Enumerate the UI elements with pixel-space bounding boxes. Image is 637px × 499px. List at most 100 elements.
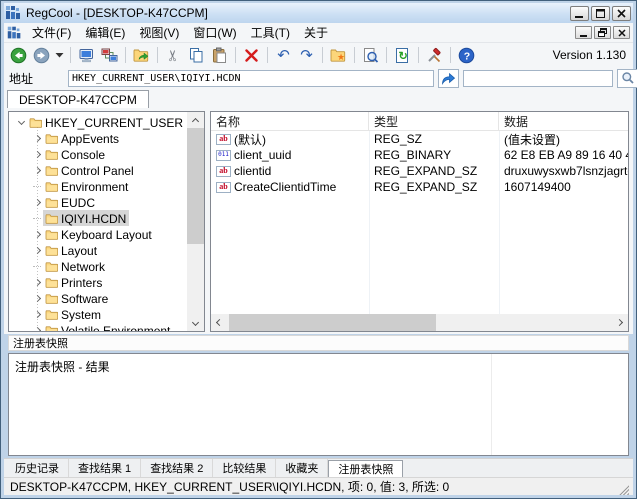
- tree-item-appevents[interactable]: AppEvents: [13, 130, 187, 146]
- go-arrow-icon: [441, 72, 456, 85]
- tree-expander[interactable]: [31, 322, 43, 331]
- help-button[interactable]: ?: [456, 45, 477, 66]
- scissors-icon: ✂: [166, 49, 181, 62]
- menu-edit[interactable]: 编辑(E): [78, 22, 132, 43]
- child-minimize-button[interactable]: [575, 26, 592, 39]
- tree-expander[interactable]: [31, 146, 43, 162]
- menu-view[interactable]: 视图(V): [132, 22, 186, 43]
- registry-tree-pane: HKEY_CURRENT_USERAppEventsConsoleControl…: [8, 111, 205, 332]
- quick-search-input[interactable]: [463, 70, 613, 87]
- tree-item-layout[interactable]: Layout: [13, 242, 187, 258]
- child-close-button[interactable]: [613, 26, 630, 39]
- tree-item-label: Volatile Environment: [61, 323, 170, 332]
- column-header-data[interactable]: 数据: [499, 112, 628, 130]
- tree-item-control-panel[interactable]: Control Panel: [13, 162, 187, 178]
- toolbar-separator: [386, 47, 387, 63]
- tree-expander[interactable]: [31, 274, 43, 290]
- scroll-track[interactable]: [228, 314, 611, 331]
- go-button[interactable]: [438, 69, 459, 88]
- bottom-tab-favorites[interactable]: 收藏夹: [276, 459, 328, 477]
- tree-item-software[interactable]: Software: [13, 290, 187, 306]
- snapshot-column-divider: [491, 354, 492, 455]
- tree-item-keyboard-layout[interactable]: Keyboard Layout: [13, 226, 187, 242]
- refresh-button[interactable]: ↻: [392, 45, 413, 66]
- scroll-right-button[interactable]: [611, 314, 628, 331]
- history-dropdown-button[interactable]: [54, 45, 65, 66]
- scroll-left-icon: [216, 319, 223, 326]
- scroll-down-button[interactable]: [187, 315, 204, 331]
- redo-button[interactable]: ↷: [296, 45, 317, 66]
- close-button[interactable]: [612, 6, 631, 21]
- undo-button[interactable]: ↶: [273, 45, 294, 66]
- value-data: (值未设置): [499, 131, 628, 148]
- connect-computer-button[interactable]: [76, 45, 97, 66]
- tree-item-iqiyi-hcdn[interactable]: IQIYI.HCDN: [13, 210, 187, 226]
- cut-button[interactable]: ✂: [163, 45, 184, 66]
- registry-value-row[interactable]: abCreateClientidTimeREG_EXPAND_SZ1607149…: [211, 179, 628, 195]
- mdi-system-menu-icon[interactable]: [8, 26, 22, 39]
- document-tab[interactable]: DESKTOP-K47CCPM: [7, 90, 149, 108]
- maximize-button[interactable]: [591, 6, 610, 21]
- folder-icon: [45, 197, 58, 208]
- menu-window[interactable]: 窗口(W): [186, 22, 243, 43]
- tree-item-printers[interactable]: Printers: [13, 274, 187, 290]
- tree-item-hkey-current-user[interactable]: HKEY_CURRENT_USER: [13, 114, 187, 130]
- tree-expander[interactable]: [31, 290, 43, 306]
- paste-button[interactable]: [209, 45, 230, 66]
- scroll-up-button[interactable]: [187, 112, 204, 128]
- resize-grip[interactable]: [618, 484, 629, 495]
- menu-file[interactable]: 文件(F): [25, 22, 78, 43]
- delete-button[interactable]: [241, 45, 262, 66]
- folder-icon: [45, 309, 58, 320]
- bottom-tab-history[interactable]: 历史记录: [6, 459, 69, 477]
- scroll-left-button[interactable]: [211, 314, 228, 331]
- minimize-button[interactable]: [570, 6, 589, 21]
- column-header-type[interactable]: 类型: [369, 112, 499, 130]
- value-type: REG_EXPAND_SZ: [369, 164, 499, 178]
- registry-value-row[interactable]: 011client_uuidREG_BINARY62 E8 EB A9 89 1…: [211, 147, 628, 163]
- bottom-tab-compare[interactable]: 比较结果: [213, 459, 276, 477]
- tree-connector-dash: [31, 258, 43, 274]
- tree-item-console[interactable]: Console: [13, 146, 187, 162]
- scroll-thumb[interactable]: [229, 314, 436, 331]
- tree-expander[interactable]: [31, 194, 43, 210]
- scroll-track[interactable]: [187, 128, 204, 315]
- network-registry-button[interactable]: [99, 45, 120, 66]
- child-restore-button[interactable]: [594, 26, 611, 39]
- tree-item-environment[interactable]: Environment: [13, 178, 187, 194]
- tree-vertical-scrollbar[interactable]: [187, 112, 204, 331]
- tree-expander[interactable]: [15, 114, 27, 130]
- forward-button[interactable]: [31, 45, 52, 66]
- registry-value-row[interactable]: ab(默认)REG_SZ(值未设置): [211, 131, 628, 147]
- toolbar: ✂ ↶ ↷ ★ ↻ ? Version 1.130: [4, 43, 633, 67]
- tree-item-network[interactable]: Network: [13, 258, 187, 274]
- menu-about[interactable]: 关于: [297, 22, 335, 43]
- menu-tools[interactable]: 工具(T): [244, 22, 297, 43]
- goto-key-button[interactable]: [131, 45, 152, 66]
- tree-item-eudc[interactable]: EUDC: [13, 194, 187, 210]
- tree-item-volatile-environment[interactable]: Volatile Environment: [13, 322, 187, 331]
- find-button[interactable]: [360, 45, 381, 66]
- tree-expander[interactable]: [31, 306, 43, 322]
- tree-expander[interactable]: [31, 130, 43, 146]
- copy-button[interactable]: [186, 45, 207, 66]
- tree-expander[interactable]: [31, 242, 43, 258]
- list-horizontal-scrollbar[interactable]: [211, 314, 628, 331]
- favorites-button[interactable]: ★: [328, 45, 349, 66]
- scroll-thumb[interactable]: [187, 128, 204, 244]
- address-input[interactable]: [68, 70, 434, 87]
- column-header-name[interactable]: 名称: [211, 112, 369, 130]
- menu-bar: 文件(F)编辑(E)视图(V)窗口(W)工具(T)关于: [4, 23, 633, 43]
- registry-value-row[interactable]: abclientidREG_EXPAND_SZdruxuwysxwb7lsnzj…: [211, 163, 628, 179]
- back-button[interactable]: [8, 45, 29, 66]
- bottom-tab-find1[interactable]: 查找结果 1: [69, 459, 141, 477]
- tree-item-label: System: [61, 307, 101, 322]
- bottom-tab-find2[interactable]: 查找结果 2: [141, 459, 213, 477]
- tree-expander[interactable]: [31, 226, 43, 242]
- tree-expander[interactable]: [31, 162, 43, 178]
- folder-icon: [45, 181, 58, 192]
- bottom-tab-snapshot[interactable]: 注册表快照: [328, 460, 403, 477]
- search-button[interactable]: [617, 69, 637, 88]
- options-button[interactable]: [424, 45, 445, 66]
- tree-item-system[interactable]: System: [13, 306, 187, 322]
